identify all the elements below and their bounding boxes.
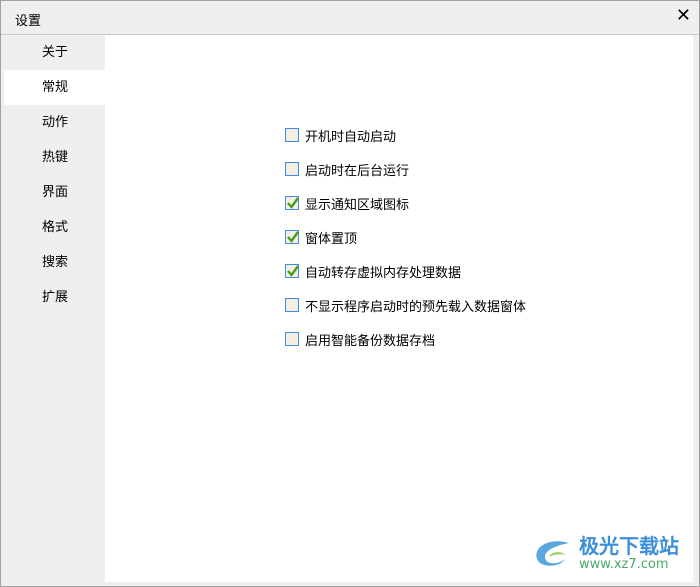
- options-list: 开机时自动启动 启动时在后台运行 显示通知区域图标 窗体置顶自动转存虚拟内存处理数据不…: [285, 118, 526, 356]
- option-label: 启用智能备份数据存档: [305, 333, 436, 349]
- watermark-logo-icon: [536, 540, 569, 566]
- option-label: 不显示程序启动时的预先载入数据窗体: [305, 299, 527, 315]
- watermark: 极光下载站 www.xz7.com: [529, 535, 679, 572]
- sidebar-item-hotkeys[interactable]: 热键: [4, 140, 105, 175]
- title-bar: 设置 ✕: [1, 1, 699, 35]
- window-title: 设置: [15, 14, 42, 29]
- checkbox[interactable]: [285, 128, 299, 142]
- option-checkbox-row[interactable]: 不显示程序启动时的预先载入数据窗体: [285, 288, 526, 322]
- sidebar-item-general[interactable]: 常规: [4, 70, 105, 105]
- option-checkbox-row[interactable]: 启用智能备份数据存档: [285, 322, 526, 356]
- sidebar-item-interface[interactable]: 界面: [4, 175, 105, 210]
- option-label: 开机时自动启动: [305, 129, 397, 145]
- option-checkbox-row[interactable]: 显示通知区域图标: [285, 186, 526, 220]
- sidebar-item-actions[interactable]: 动作: [4, 105, 105, 140]
- checkbox[interactable]: [285, 162, 299, 176]
- checkmark-icon: [287, 197, 299, 209]
- watermark-name: 极光下载站: [579, 534, 679, 558]
- option-checkbox-row[interactable]: 窗体置顶: [285, 220, 526, 254]
- sidebar-item-search[interactable]: 搜索: [4, 245, 105, 280]
- sidebar: 关于 常规 动作 热键 界面 格式 搜索 扩展: [4, 35, 105, 315]
- checkbox[interactable]: [285, 298, 299, 312]
- checkmark-icon: [287, 231, 299, 243]
- option-label: 窗体置顶: [305, 231, 358, 247]
- watermark-url: www.xz7.com: [579, 557, 669, 572]
- sidebar-item-extensions[interactable]: 扩展: [4, 280, 105, 315]
- close-icon[interactable]: ✕: [676, 5, 691, 26]
- sidebar-item-format[interactable]: 格式: [4, 210, 105, 245]
- option-checkbox-row[interactable]: 自动转存虚拟内存处理数据: [285, 254, 526, 288]
- option-label: 启动时在后台运行: [305, 163, 410, 179]
- checkbox[interactable]: [285, 230, 299, 244]
- checkbox[interactable]: [285, 332, 299, 346]
- option-checkbox-row[interactable]: 开机时自动启动: [285, 118, 526, 152]
- option-checkbox-row[interactable]: 启动时在后台运行: [285, 152, 526, 186]
- checkbox[interactable]: [285, 196, 299, 210]
- settings-window: 设置 ✕ 关于 常规 动作 热键 界面 格式 搜索 扩展 开机时自动启动 启动时在…: [0, 0, 700, 587]
- sidebar-item-about[interactable]: 关于: [4, 35, 105, 70]
- checkbox[interactable]: [285, 264, 299, 278]
- checkmark-icon: [287, 265, 299, 277]
- general-settings-panel: 开机时自动启动 启动时在后台运行 显示通知区域图标 窗体置顶自动转存虚拟内存处理数据不…: [105, 35, 693, 582]
- option-label: 显示通知区域图标: [305, 197, 410, 213]
- option-label: 自动转存虚拟内存处理数据: [305, 265, 462, 281]
